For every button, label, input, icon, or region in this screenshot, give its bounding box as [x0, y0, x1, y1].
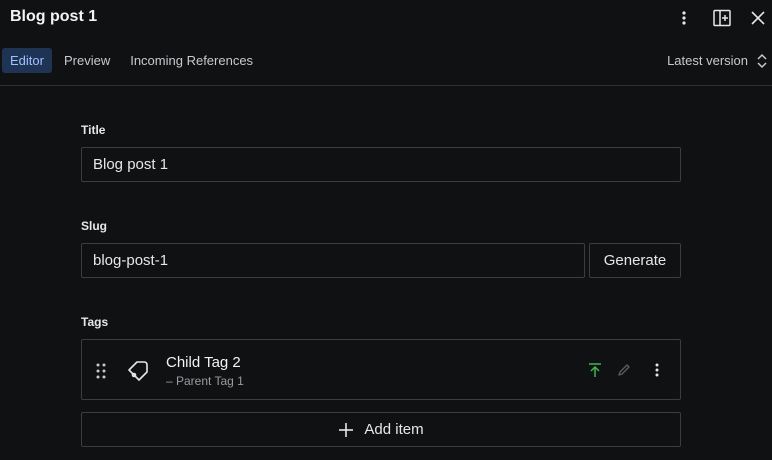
document-title: Blog post 1 — [10, 8, 98, 25]
version-label: Latest version — [667, 53, 748, 68]
vertical-dots-icon — [682, 11, 686, 25]
tag-parent: – Parent Tag 1 — [166, 374, 244, 388]
pencil-icon — [618, 364, 630, 376]
close-button[interactable] — [744, 4, 772, 32]
version-selector[interactable]: Latest version — [667, 48, 768, 73]
title-input[interactable] — [81, 147, 681, 182]
edit-button[interactable] — [614, 360, 634, 380]
pane-tabs: Editor Preview Incoming References — [2, 48, 265, 73]
tag-item[interactable]: Child Tag 2 – Parent Tag 1 — [81, 339, 681, 400]
more-menu-button[interactable] — [670, 4, 698, 32]
tag-icon — [128, 361, 148, 381]
split-pane-button[interactable] — [708, 4, 736, 32]
item-menu-button[interactable] — [647, 360, 667, 380]
chevron-up-down-icon — [757, 53, 767, 68]
tag-name: Child Tag 2 — [166, 354, 241, 371]
add-item-label: Add item — [364, 421, 424, 438]
split-pane-icon — [713, 9, 731, 27]
title-label: Title — [81, 123, 106, 137]
publish-button[interactable] — [585, 360, 605, 380]
tags-label: Tags — [81, 315, 109, 329]
upload-icon — [589, 363, 601, 377]
tab-preview[interactable]: Preview — [56, 48, 118, 73]
vertical-dots-icon — [655, 363, 659, 377]
add-item-button[interactable]: Add item — [81, 412, 681, 447]
document-header: Blog post 1 Editor Preview Incoming Refe… — [0, 0, 772, 86]
slug-label: Slug — [81, 219, 107, 233]
close-icon — [751, 11, 765, 25]
tab-incoming-references[interactable]: Incoming References — [122, 48, 261, 73]
drag-handle-icon[interactable] — [94, 362, 108, 380]
plus-icon — [339, 422, 354, 437]
tab-editor[interactable]: Editor — [2, 48, 52, 73]
slug-input[interactable] — [81, 243, 585, 278]
generate-slug-button[interactable]: Generate — [589, 243, 681, 278]
